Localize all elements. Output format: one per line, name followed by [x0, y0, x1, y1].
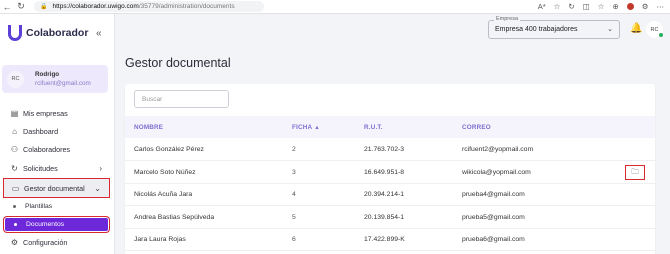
url-path: /35779/administration/documents — [138, 3, 235, 10]
browser-actions: A* ☆ ↻ ◫ ☆ ⊕ ⚙ ⋯ — [538, 2, 670, 11]
search-input[interactable] — [134, 90, 229, 108]
address-bar[interactable]: 🔒 https://colaborador.uwigo.com/35779/ad… — [34, 1, 264, 12]
more-icon[interactable]: ⋯ — [657, 2, 665, 11]
company-select-label: Empresa — [494, 16, 521, 22]
browser-toolbar: ← ↻ 🔒 https://colaborador.uwigo.com/3577… — [0, 0, 670, 14]
building-icon: ▤ — [10, 109, 19, 118]
cell-ficha: 6 — [292, 236, 296, 243]
sidebar-item-plantillas[interactable]: Plantillas — [3, 198, 110, 215]
sidebar-item-solicitudes[interactable]: ↻ Solicitudes › — [3, 160, 110, 177]
lock-icon: 🔒 — [40, 4, 48, 10]
cell-nombre: Andrea Bastias Sepúlveda — [134, 213, 215, 221]
logo[interactable]: Colaborador — [8, 25, 88, 41]
cell-ficha: 5 — [292, 213, 296, 221]
user-email: rcifuent@gmail.com — [35, 80, 91, 87]
column-header-rut[interactable]: R.U.T. — [364, 124, 383, 131]
chevron-down-icon: ⌄ — [94, 183, 101, 193]
collections-icon[interactable]: ⊕ — [612, 2, 618, 11]
cell-ficha: 3 — [292, 168, 296, 176]
cell-ficha: 2 — [292, 146, 296, 153]
bell-icon[interactable]: 🔔 — [630, 23, 642, 34]
back-icon[interactable]: ← — [0, 2, 14, 12]
folder-icon: ▭ — [11, 183, 20, 193]
favorites-icon[interactable]: ☆ — [598, 2, 605, 11]
chevron-right-icon: › — [99, 164, 102, 173]
app-header: Empresa Empresa 400 trabajadores ⌄ 🔔 RC — [116, 14, 670, 44]
table-row[interactable]: Marcelo Soto Núñez 3 16.649.951-8 wikicola@… — [125, 162, 655, 184]
people-icon: ⚇ — [10, 145, 19, 154]
cell-correo: rcifuent2@yopmail.com — [462, 146, 534, 153]
open-folder-icon[interactable]: 🗀 — [625, 164, 645, 180]
refresh-ext-icon[interactable]: ↻ — [568, 2, 574, 11]
bullet-icon — [13, 205, 16, 208]
sidebar-item-label: Mis empresas — [23, 109, 68, 118]
table-row[interactable]: Nicolás Acuña Jara 4 20.394.214-1 prueba4@g… — [125, 184, 655, 206]
cell-correo: prueba4@gmail.com — [462, 191, 525, 198]
online-status-badge — [659, 33, 663, 37]
user-name: Rodrigo — [35, 71, 60, 78]
column-header-nombre[interactable]: NOMBRE — [134, 124, 163, 131]
cell-nombre: Marcelo Soto Núñez — [134, 168, 196, 176]
sidebar-item-dashboard[interactable]: ⌂ Dashboard — [3, 123, 110, 140]
user-card[interactable]: RC Rodrigo rcifuent@gmail.com — [2, 65, 108, 93]
url-host: https://colaborador.uwigo.com — [52, 3, 139, 10]
refresh-icon: ↻ — [11, 164, 18, 173]
sidebar-item-gestor-documental[interactable]: ▭ Gestor documental ⌄ — [3, 178, 110, 198]
documents-card: NOMBRE FICHA▲ R.U.T. CORREO Carlos Gonzá… — [125, 84, 655, 254]
collapse-sidebar-icon[interactable]: « — [96, 28, 102, 39]
sidebar-item-label: Documentos — [26, 221, 65, 228]
sort-ascending-icon: ▲ — [314, 125, 320, 131]
cell-rut: 16.649.951-8 — [364, 168, 405, 176]
company-select-value: Empresa 400 trabajadores — [495, 26, 578, 33]
cell-nombre: Nicolás Acuña Jara — [134, 191, 193, 198]
cell-nombre: Carlos González Pérez — [134, 146, 204, 153]
logo-mark-icon — [8, 25, 22, 41]
sidebar: Colaborador « RC Rodrigo rcifuent@gmail.… — [0, 14, 115, 254]
cell-ficha: 4 — [292, 191, 296, 198]
favorite-icon[interactable]: ☆ — [554, 2, 561, 11]
avatar: RC — [7, 70, 24, 88]
split-screen-icon[interactable]: ◫ — [583, 2, 590, 11]
sidebar-item-label: Configuración — [23, 238, 68, 247]
sidebar-item-documentos[interactable]: Documentos — [3, 216, 110, 233]
read-aloud-icon[interactable]: A* — [538, 2, 546, 11]
company-select[interactable]: Empresa Empresa 400 trabajadores ⌄ — [488, 16, 620, 39]
column-header-ficha[interactable]: FICHA ▲ — [292, 124, 320, 131]
cell-correo: prueba5@gmail.com — [462, 213, 525, 221]
cell-nombre: Jara Laura Rojas — [134, 236, 186, 243]
sidebar-item-configuracion[interactable]: ⚙ Configuración — [3, 234, 110, 251]
table-row[interactable]: Carlos González Pérez 2 21.763.702-3 rcifue… — [125, 139, 655, 161]
reload-icon[interactable]: ↻ — [14, 1, 28, 12]
extension-icon[interactable] — [626, 3, 634, 10]
sidebar-item-label: Gestor documental — [24, 183, 85, 193]
chevron-down-icon: ⌄ — [607, 26, 613, 33]
sidebar-item-label: Dashboard — [23, 127, 59, 136]
table-row[interactable]: Jara Laura Rojas 6 17.422.899-K prueba6@gma… — [125, 229, 655, 251]
table-header: NOMBRE FICHA ▲ R.U.T. CORREO — [125, 116, 655, 138]
column-header-correo[interactable]: CORREO — [462, 124, 491, 131]
sidebar-item-label: Colaboradores — [23, 145, 71, 154]
home-icon: ⌂ — [12, 127, 17, 136]
sidebar-item-label: Plantillas — [25, 203, 53, 210]
bullet-icon — [14, 223, 17, 226]
cell-rut: 20.139.854-1 — [364, 213, 405, 221]
sidebar-item-colaboradores[interactable]: ⚇ Colaboradores — [3, 141, 110, 158]
gear-icon: ⚙ — [10, 238, 19, 247]
cell-correo: wikicola@yopmail.com — [462, 168, 531, 176]
page-title: Gestor documental — [125, 56, 231, 70]
sidebar-item-mis-empresas[interactable]: ▤ Mis empresas — [3, 105, 110, 122]
table-row[interactable]: Andrea Bastias Sepúlveda 5 20.139.854-1 pru… — [125, 207, 655, 229]
logo-text: Colaborador — [26, 27, 89, 39]
settings-icon[interactable]: ⚙ — [642, 2, 649, 11]
cell-rut: 17.422.899-K — [364, 236, 405, 243]
column-header-ficha-label: FICHA — [292, 124, 313, 131]
cell-rut: 20.394.214-1 — [364, 191, 405, 198]
cell-correo: prueba6@gmail.com — [462, 236, 525, 243]
sidebar-item-label: Solicitudes — [23, 164, 58, 173]
cell-rut: 21.763.702-3 — [364, 146, 405, 153]
